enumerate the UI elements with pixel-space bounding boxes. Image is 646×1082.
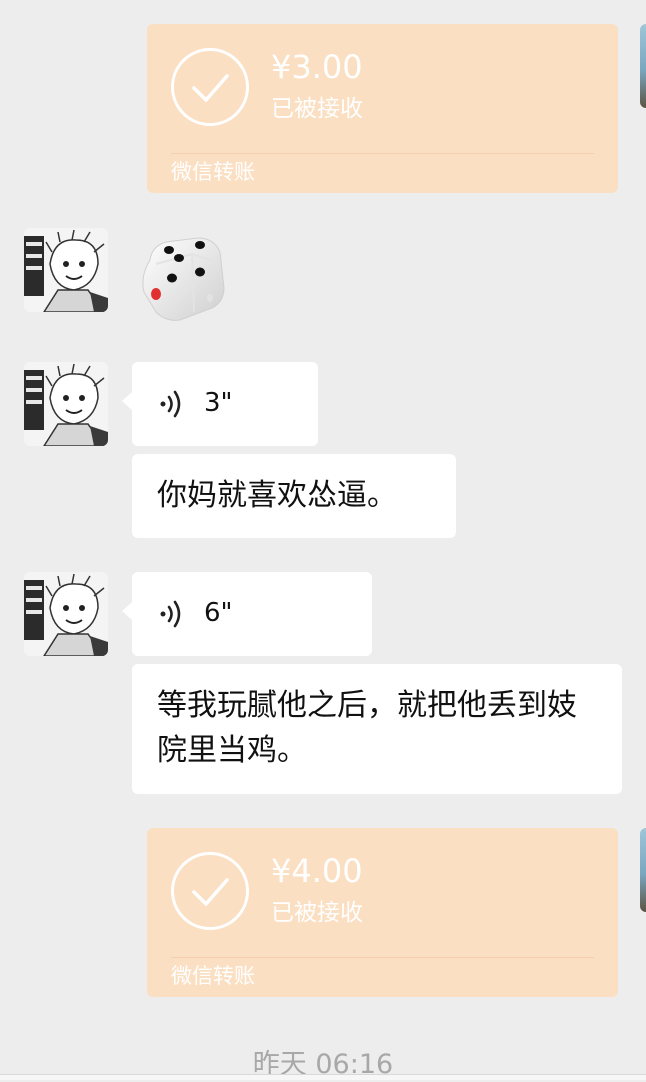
check-circle-icon xyxy=(171,48,249,126)
dice-icon[interactable] xyxy=(136,232,228,328)
message-text: 你妈就喜欢怂逼。 xyxy=(157,478,397,513)
voice-wave-icon xyxy=(160,600,181,628)
avatar-self[interactable] xyxy=(640,24,646,108)
avatar-contact[interactable] xyxy=(24,572,108,656)
message-text: 等我玩腻他之后，就把他丢到妓院里当鸡。 xyxy=(157,688,577,768)
transfer-amount: ¥3.00 xyxy=(271,48,363,86)
transfer-amount: ¥4.00 xyxy=(271,852,363,890)
divider xyxy=(171,957,594,958)
divider xyxy=(171,153,594,154)
avatar-contact[interactable] xyxy=(24,228,108,312)
voice-duration: 3" xyxy=(204,388,233,418)
text-message[interactable]: 等我玩腻他之后，就把他丢到妓院里当鸡。 xyxy=(132,664,622,794)
transfer-status: 已被接收 xyxy=(271,96,363,122)
voice-duration: 6" xyxy=(204,598,233,628)
text-message[interactable]: 你妈就喜欢怂逼。 xyxy=(132,454,456,538)
avatar-self[interactable] xyxy=(640,828,646,912)
transfer-brand-label: 微信转账 xyxy=(171,964,255,988)
input-bar-edge xyxy=(0,1074,646,1080)
avatar-contact[interactable] xyxy=(24,362,108,446)
voice-message[interactable]: 6" xyxy=(122,572,372,656)
transfer-brand-label: 微信转账 xyxy=(171,160,255,184)
transfer-card[interactable]: ¥3.00 已被接收 微信转账 xyxy=(147,24,618,193)
voice-message[interactable]: 3" xyxy=(122,362,318,446)
voice-wave-icon xyxy=(160,390,181,418)
check-circle-icon xyxy=(171,852,249,930)
transfer-status: 已被接收 xyxy=(271,900,363,926)
transfer-card[interactable]: ¥4.00 已被接收 微信转账 xyxy=(147,828,618,997)
